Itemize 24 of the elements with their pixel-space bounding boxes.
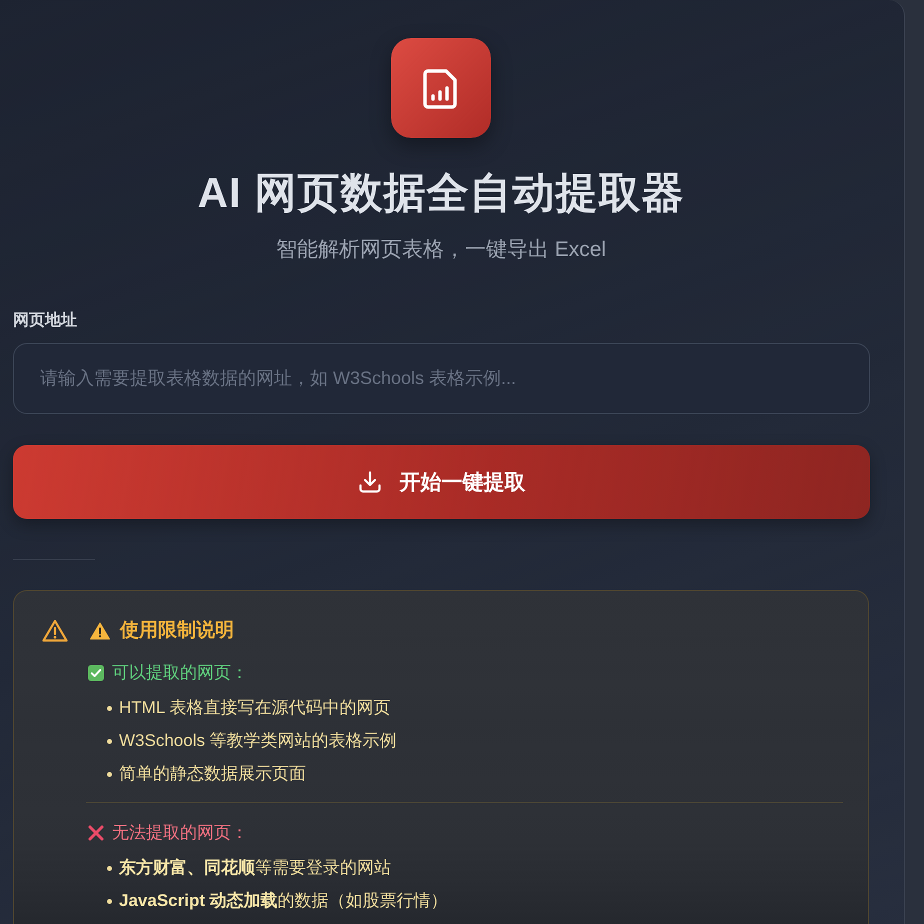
- bullet-icon: [107, 866, 112, 870]
- list-item: 简单的静态数据展示页面: [119, 763, 306, 785]
- cross-icon: [88, 825, 104, 841]
- url-input[interactable]: 请输入需要提取表格数据的网址，如 W3Schools 表格示例...: [13, 343, 870, 414]
- field-label: 网页地址: [13, 310, 77, 331]
- bullet-icon: [107, 898, 112, 904]
- bullet-icon: [107, 772, 112, 776]
- list-item: 东方财富、同花顺等需要登录的网站: [119, 857, 391, 879]
- check-icon: [88, 665, 104, 681]
- document-chart-icon: [391, 38, 491, 138]
- notice-title: 使用限制说明: [120, 619, 234, 643]
- bullet-icon: [107, 706, 112, 710]
- list-item: W3Schools 等教学类网站的表格示例: [119, 730, 397, 752]
- warning-icon: [90, 622, 110, 640]
- warning-icon: [42, 619, 68, 643]
- extract-button[interactable]: 开始一键提取: [13, 445, 870, 519]
- section-heading: 无法提取的网页：: [112, 822, 248, 844]
- section-heading: 可以提取的网页：: [112, 662, 248, 684]
- page-subtitle: 智能解析网页表格，一键导出 Excel: [276, 237, 606, 263]
- list-item: HTML 表格直接写在源代码中的网页: [119, 697, 390, 719]
- page-title: AI 网页数据全自动提取器: [198, 168, 684, 218]
- list-item: JavaScript 动态加载的数据（如股票行情）: [119, 890, 448, 912]
- download-icon: [358, 470, 382, 494]
- bullet-icon: [107, 738, 112, 744]
